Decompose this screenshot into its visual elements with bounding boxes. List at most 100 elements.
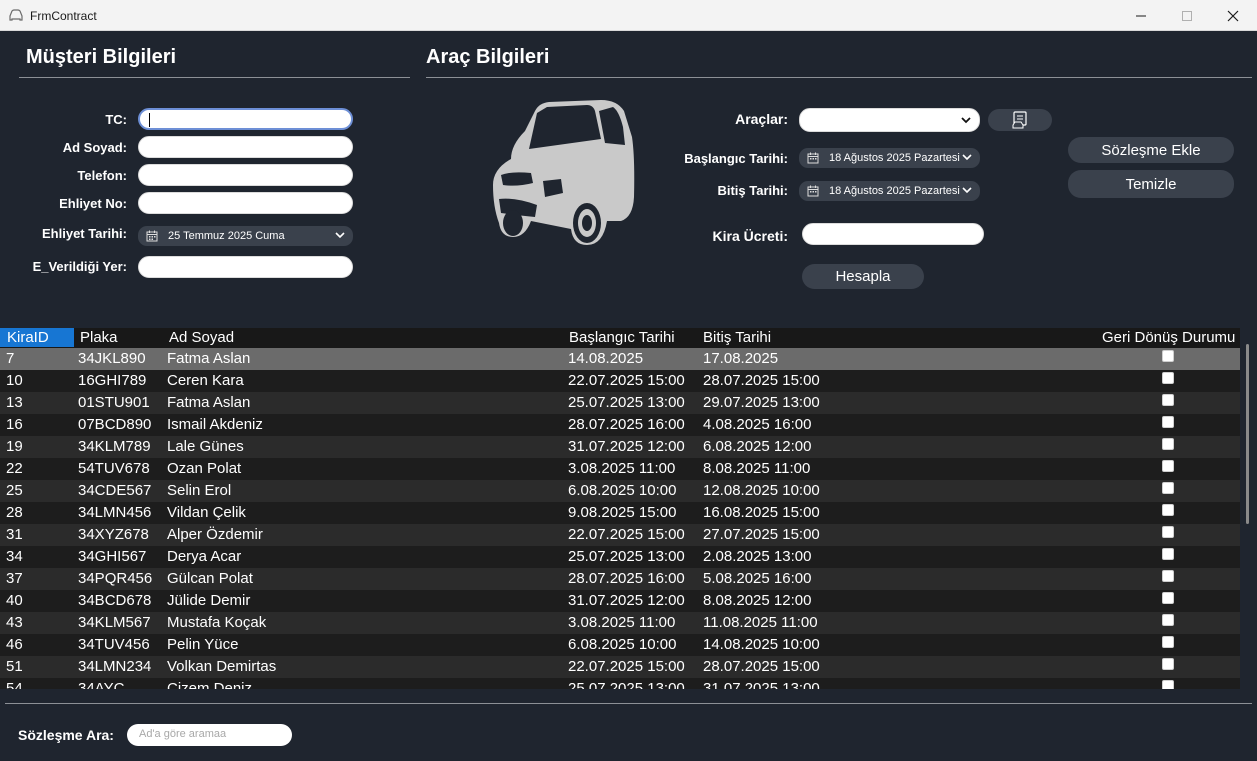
- returned-checkbox[interactable]: [1162, 680, 1174, 689]
- cell-bitis: 4.08.2025 16:00: [703, 416, 812, 433]
- table-row[interactable]: 7 34JKL890 Fatma Aslan 14.08.2025 17.08.2025: [0, 348, 1240, 370]
- returned-checkbox[interactable]: [1162, 394, 1174, 406]
- table-row[interactable]: 34 34GHI567 Derya Acar 25.07.2025 13:00 2.08…: [0, 546, 1240, 568]
- cell-ad-soyad: Lale Günes: [167, 438, 244, 455]
- returned-checkbox[interactable]: [1162, 614, 1174, 626]
- cell-kiraid: 25: [6, 482, 23, 499]
- cell-kiraid: 16: [6, 416, 23, 433]
- table-row[interactable]: 16 07BCD890 Ismail Akdeniz 28.07.2025 16:00…: [0, 414, 1240, 436]
- cell-bitis: 28.07.2025 15:00: [703, 658, 820, 675]
- cell-baslangic: 22.07.2025 15:00: [568, 372, 685, 389]
- cell-kiraid: 13: [6, 394, 23, 411]
- search-input[interactable]: Ad'a göre aramaa: [127, 724, 292, 746]
- end-date-label: Bitiş Tarihi:: [717, 183, 788, 198]
- start-date-picker[interactable]: 18 Ağustos 2025 Pazartesi: [799, 148, 980, 168]
- chevron-down-icon: [961, 117, 971, 124]
- cell-baslangic: 25.07.2025 13:00: [568, 394, 685, 411]
- cell-kiraid: 54: [6, 680, 23, 689]
- column-header-baslangic[interactable]: Başlangıc Tarihi: [569, 329, 675, 346]
- returned-checkbox[interactable]: [1162, 372, 1174, 384]
- cell-baslangic: 31.07.2025 12:00: [568, 438, 685, 455]
- returned-checkbox[interactable]: [1162, 658, 1174, 670]
- fee-label: Kira Ücreti:: [712, 228, 788, 244]
- calculate-button[interactable]: Hesapla: [802, 264, 924, 289]
- table-row[interactable]: 28 34LMN456 Vildan Çelik 9.08.2025 15:00 16.…: [0, 502, 1240, 524]
- cell-plaka: 01STU901: [78, 394, 150, 411]
- table-row[interactable]: 22 54TUV678 Ozan Polat 3.08.2025 11:00 8.08.…: [0, 458, 1240, 480]
- phone-input[interactable]: [138, 164, 353, 186]
- cell-plaka: 34XYZ678: [78, 526, 149, 543]
- table-row[interactable]: 19 34KLM789 Lale Günes 31.07.2025 12:00 6.08…: [0, 436, 1240, 458]
- cell-kiraid: 22: [6, 460, 23, 477]
- cell-plaka: 34LMN234: [78, 658, 152, 675]
- license-no-input[interactable]: [138, 192, 353, 214]
- cell-ad-soyad: Fatma Aslan: [167, 394, 251, 411]
- table-row[interactable]: 43 34KLM567 Mustafa Koçak 3.08.2025 11:00 11…: [0, 612, 1240, 634]
- cell-bitis: 12.08.2025 10:00: [703, 482, 820, 499]
- table-row[interactable]: 37 34PQR456 Gülcan Polat 28.07.2025 16:00 5.…: [0, 568, 1240, 590]
- cell-kiraid: 7: [6, 350, 15, 367]
- fee-input[interactable]: [802, 223, 984, 245]
- column-header-ad-soyad[interactable]: Ad Soyad: [169, 329, 234, 346]
- returned-checkbox[interactable]: [1162, 526, 1174, 538]
- returned-checkbox[interactable]: [1162, 460, 1174, 472]
- cell-plaka: 34KLM789: [78, 438, 151, 455]
- returned-checkbox[interactable]: [1162, 482, 1174, 494]
- tc-input[interactable]: [138, 108, 353, 130]
- chevron-down-icon: [962, 154, 972, 161]
- add-contract-button[interactable]: Sözleşme Ekle: [1068, 137, 1234, 163]
- returned-checkbox[interactable]: [1162, 592, 1174, 604]
- close-icon: [1227, 10, 1239, 21]
- returned-checkbox[interactable]: [1162, 548, 1174, 560]
- table-row[interactable]: 40 34BCD678 Jülide Demir 31.07.2025 12:00 8.…: [0, 590, 1240, 612]
- issued-place-input[interactable]: [138, 256, 353, 278]
- returned-checkbox[interactable]: [1162, 504, 1174, 516]
- column-header-plaka[interactable]: Plaka: [80, 329, 118, 346]
- table-row[interactable]: 54 34AYC Cizem Deniz 25.07.2025 13:00 31.07.…: [0, 678, 1240, 689]
- returned-checkbox[interactable]: [1162, 416, 1174, 428]
- returned-checkbox[interactable]: [1162, 438, 1174, 450]
- cell-kiraid: 43: [6, 614, 23, 631]
- cell-bitis: 27.07.2025 15:00: [703, 526, 820, 543]
- close-button[interactable]: [1210, 0, 1256, 31]
- table-row[interactable]: 51 34LMN234 Volkan Demirtas 22.07.2025 15:0…: [0, 656, 1240, 678]
- cell-kiraid: 34: [6, 548, 23, 565]
- cell-ad-soyad: Pelin Yüce: [167, 636, 239, 653]
- phone-label: Telefon:: [77, 168, 127, 183]
- returned-checkbox[interactable]: [1162, 636, 1174, 648]
- column-header-kiraid[interactable]: KiraID: [0, 328, 74, 347]
- minimize-button[interactable]: [1118, 0, 1164, 31]
- search-label: Sözleşme Ara:: [18, 727, 114, 743]
- end-date-picker[interactable]: 18 Ağustos 2025 Pazartesi: [799, 181, 980, 201]
- cell-baslangic: 22.07.2025 15:00: [568, 658, 685, 675]
- calendar-icon: [807, 152, 819, 164]
- maximize-button[interactable]: [1164, 0, 1210, 31]
- cell-kiraid: 40: [6, 592, 23, 609]
- contracts-grid[interactable]: KiraID Plaka Ad Soyad Başlangıc Tarihi B…: [0, 328, 1240, 689]
- column-header-bitis[interactable]: Bitiş Tarihi: [703, 329, 771, 346]
- table-row[interactable]: 10 16GHI789 Ceren Kara 22.07.2025 15:00 28.0…: [0, 370, 1240, 392]
- table-row[interactable]: 46 34TUV456 Pelin Yüce 6.08.2025 10:00 14.08…: [0, 634, 1240, 656]
- column-header-geri-donus[interactable]: Geri Dönüş Durumu: [1102, 329, 1235, 346]
- scrollbar-thumb[interactable]: [1246, 344, 1249, 524]
- cars-label: Araçlar:: [735, 111, 788, 127]
- window-title: FrmContract: [30, 9, 97, 23]
- table-row[interactable]: 13 01STU901 Fatma Aslan 25.07.2025 13:00 29.…: [0, 392, 1240, 414]
- clear-button[interactable]: Temizle: [1068, 170, 1234, 198]
- cell-plaka: 34TUV456: [78, 636, 150, 653]
- table-row[interactable]: 25 34CDE567 Selin Erol 6.08.2025 10:00 12.08…: [0, 480, 1240, 502]
- name-input[interactable]: [138, 136, 353, 158]
- car-list-button[interactable]: [988, 109, 1052, 131]
- returned-checkbox[interactable]: [1162, 350, 1174, 362]
- license-date-picker[interactable]: 25 Temmuz 2025 Cuma: [138, 226, 353, 246]
- cell-kiraid: 46: [6, 636, 23, 653]
- grid-vertical-scrollbar[interactable]: [1240, 328, 1257, 689]
- cars-combobox[interactable]: [799, 108, 980, 132]
- title-bar: FrmContract: [0, 0, 1257, 31]
- cell-plaka: 54TUV678: [78, 460, 150, 477]
- minimize-icon: [1136, 15, 1146, 16]
- returned-checkbox[interactable]: [1162, 570, 1174, 582]
- cell-ad-soyad: Jülide Demir: [167, 592, 251, 609]
- table-row[interactable]: 31 34XYZ678 Alper Özdemir 22.07.2025 15:00 2…: [0, 524, 1240, 546]
- cell-kiraid: 31: [6, 526, 23, 543]
